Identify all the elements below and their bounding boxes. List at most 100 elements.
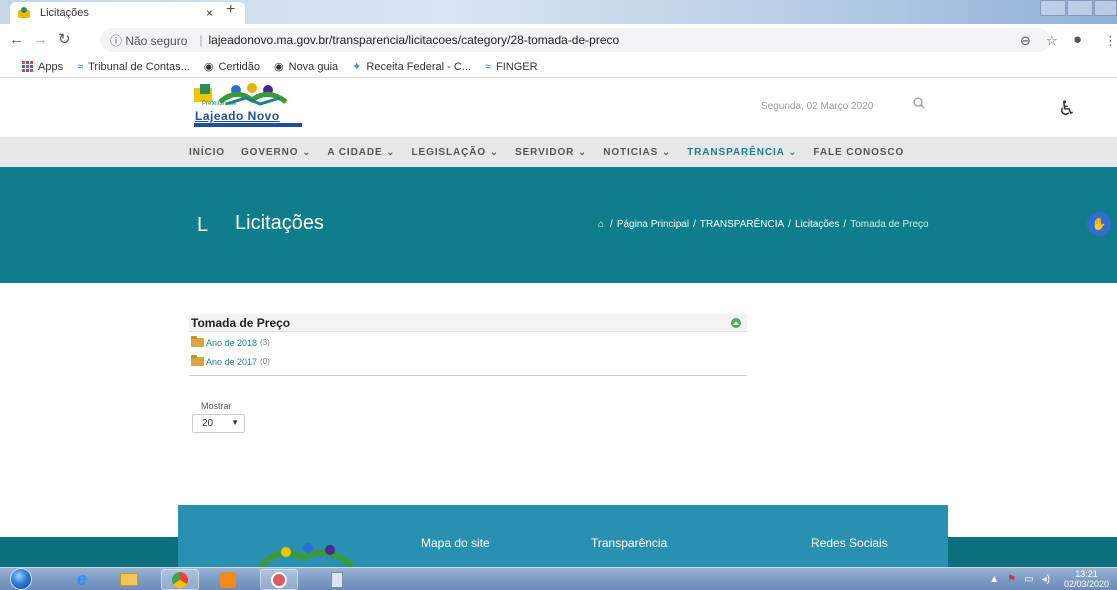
- bookmark-certidao[interactable]: ◉ Certidão: [203, 60, 261, 74]
- menu-fale-conosco[interactable]: FALE CONOSCO: [813, 147, 904, 158]
- minimize-button[interactable]: [1040, 0, 1066, 16]
- action-center-icon[interactable]: ⚑: [1007, 574, 1016, 585]
- category-box: Tomada de Preço Ano de 2018 (3) Ano de 2…: [189, 314, 747, 376]
- url-text[interactable]: lajeadonovo.ma.gov.br/transparencia/lici…: [209, 33, 620, 47]
- network-icon[interactable]: ▭: [1024, 574, 1033, 585]
- bookmark-nova-guia[interactable]: ◉ Nova guia: [274, 60, 339, 74]
- security-info-icon[interactable]: ⓘ Não seguro: [110, 32, 187, 49]
- dropdown-arrow-icon: ▼: [231, 418, 239, 427]
- browser-tabstrip: Licitações × +: [0, 0, 1117, 24]
- logo-text: Lajeado Novo: [195, 109, 280, 123]
- menu-transparencia[interactable]: TRANSPARÊNCIA ⌄: [687, 147, 797, 158]
- finger-icon: ≈: [484, 60, 491, 73]
- system-clock[interactable]: 13:21 02/03/2020: [1064, 569, 1109, 589]
- category-title: Tomada de Preço: [191, 315, 291, 330]
- items-per-page-select[interactable]: 20 ▼: [192, 414, 245, 433]
- tab-close-icon[interactable]: ×: [206, 6, 213, 20]
- volume-icon[interactable]: ◂): [1042, 574, 1050, 585]
- globe-icon: ◉: [274, 61, 284, 73]
- list-item: Ano de 2017 (0): [189, 352, 747, 371]
- address-bar[interactable]: ⓘ Não seguro | lajeadonovo.ma.gov.br/tra…: [100, 28, 1050, 52]
- profile-icon[interactable]: ●: [1073, 31, 1082, 48]
- menu-inicio[interactable]: INÍCIO: [189, 147, 225, 158]
- bookmark-apps[interactable]: Apps: [22, 61, 63, 73]
- category-header: Tomada de Preço: [189, 314, 747, 332]
- breadcrumb-separator: /: [693, 219, 696, 230]
- start-button-icon[interactable]: [10, 568, 32, 590]
- bookmark-star-icon[interactable]: ☆: [1046, 33, 1058, 49]
- apps-grid-icon: [22, 61, 33, 72]
- breadcrumb: ⌂ / Página Principal / TRANSPARÊNCIA / L…: [598, 219, 929, 230]
- tribunal-icon: ≈: [77, 60, 84, 73]
- media-player-icon[interactable]: [209, 569, 247, 590]
- footer-link-sitemap[interactable]: Mapa do site: [421, 536, 490, 550]
- menu-servidor[interactable]: SERVIDOR ⌄: [515, 147, 587, 158]
- clock-date: 02/03/2020: [1063, 579, 1109, 589]
- breadcrumb-licitacoes[interactable]: Licitações: [795, 219, 839, 230]
- internet-explorer-icon[interactable]: e: [63, 569, 101, 590]
- site-logo[interactable]: Prefeitura de Lajeado Novo: [190, 82, 312, 130]
- browser-toolbar: ← → ↻ ⓘ Não seguro | lajeadonovo.ma.gov.…: [0, 24, 1117, 56]
- menu-a-cidade[interactable]: A CIDADE ⌄: [327, 147, 395, 158]
- system-tray: ▲ ⚑ ▭ ◂) 13:21 02/03/2020: [989, 568, 1117, 590]
- search-icon[interactable]: [913, 96, 925, 112]
- calculator-icon[interactable]: [318, 569, 356, 590]
- site-favicon-icon: [18, 7, 30, 19]
- back-arrow-icon[interactable]: ←: [9, 31, 24, 48]
- logo-small-text: Prefeitura de: [202, 101, 237, 107]
- breadcrumb-transparencia[interactable]: TRANSPARÊNCIA: [700, 219, 784, 230]
- receita-icon: ✦: [352, 61, 362, 73]
- browser-tab-active[interactable]: Licitações ×: [10, 2, 245, 24]
- url-separator: |: [199, 33, 203, 47]
- browser-menu-icon[interactable]: ⋮: [1104, 33, 1117, 49]
- bookmark-finger[interactable]: ≈ FINGER: [485, 61, 538, 73]
- bookmark-receita[interactable]: ✦ Receita Federal - C...: [352, 60, 471, 74]
- menu-governo[interactable]: GOVERNO ⌄: [241, 147, 311, 158]
- site-header: Prefeitura de Lajeado Novo Segunda, 02 M…: [0, 79, 1117, 137]
- footer-link-transparencia[interactable]: Transparência: [591, 536, 667, 550]
- clock-time: 13:21: [1075, 569, 1098, 579]
- snipping-tool-icon[interactable]: [260, 569, 298, 590]
- tray-expand-icon[interactable]: ▲: [989, 574, 999, 585]
- bookmark-label: Nova guia: [288, 60, 339, 73]
- forward-arrow-icon[interactable]: →: [33, 31, 48, 48]
- category-count: (0): [260, 357, 270, 366]
- globe-icon: ◉: [203, 61, 214, 73]
- items-per-page-value: 20: [202, 418, 214, 429]
- bookmark-label: Tribunal de Contas...: [88, 60, 190, 73]
- accessibility-icon[interactable]: ♿: [1058, 96, 1076, 121]
- menu-noticias[interactable]: NOTICIAS ⌄: [603, 147, 671, 158]
- page-title: Licitações: [235, 212, 324, 234]
- menu-legislacao[interactable]: LEGISLAÇÃO ⌄: [411, 147, 499, 158]
- close-window-button[interactable]: [1094, 0, 1117, 16]
- banner-letter: L: [197, 214, 209, 236]
- maximize-button[interactable]: [1067, 0, 1093, 16]
- footer-link-redes-sociais[interactable]: Redes Sociais: [811, 536, 888, 550]
- breadcrumb-separator: /: [843, 219, 847, 230]
- windows-taskbar: e ▲ ⚑ ▭ ◂) 13:21 02/03/2020: [0, 567, 1117, 590]
- tab-title: Licitações: [40, 7, 89, 19]
- bookmark-label: Apps: [38, 60, 64, 73]
- category-link[interactable]: Ano de 2017: [206, 357, 257, 367]
- bookmark-tribunal[interactable]: ≈ Tribunal de Contas...: [77, 61, 190, 73]
- divider: [189, 371, 747, 376]
- home-icon[interactable]: ⌂: [598, 219, 604, 230]
- chrome-icon[interactable]: [161, 569, 199, 590]
- main-menu: INÍCIO GOVERNO ⌄ A CIDADE ⌄ LEGISLAÇÃO ⌄…: [0, 137, 1117, 167]
- breadcrumb-separator: /: [788, 219, 791, 230]
- file-explorer-icon[interactable]: [110, 569, 148, 590]
- footer-panel: Mapa do site Transparência Redes Sociais: [178, 505, 948, 570]
- breadcrumb-separator: /: [610, 219, 613, 230]
- bookmark-label: Certidão: [218, 60, 261, 73]
- reload-icon[interactable]: ↻: [58, 30, 71, 48]
- bookmark-label: Receita Federal - C...: [366, 60, 471, 73]
- folder-icon: [191, 355, 204, 366]
- bookmarks-bar: Apps ≈ Tribunal de Contas... ◉ Certidão …: [0, 56, 1117, 78]
- zoom-icon[interactable]: ⊖: [1020, 33, 1031, 49]
- sign-language-helper-icon[interactable]: ✋: [1087, 212, 1111, 236]
- category-link[interactable]: Ano de 2018: [206, 338, 257, 348]
- collapse-toggle-icon[interactable]: [731, 318, 741, 328]
- folder-icon: [191, 336, 204, 347]
- new-tab-button[interactable]: +: [226, 1, 235, 19]
- breadcrumb-home[interactable]: Página Principal: [617, 219, 689, 230]
